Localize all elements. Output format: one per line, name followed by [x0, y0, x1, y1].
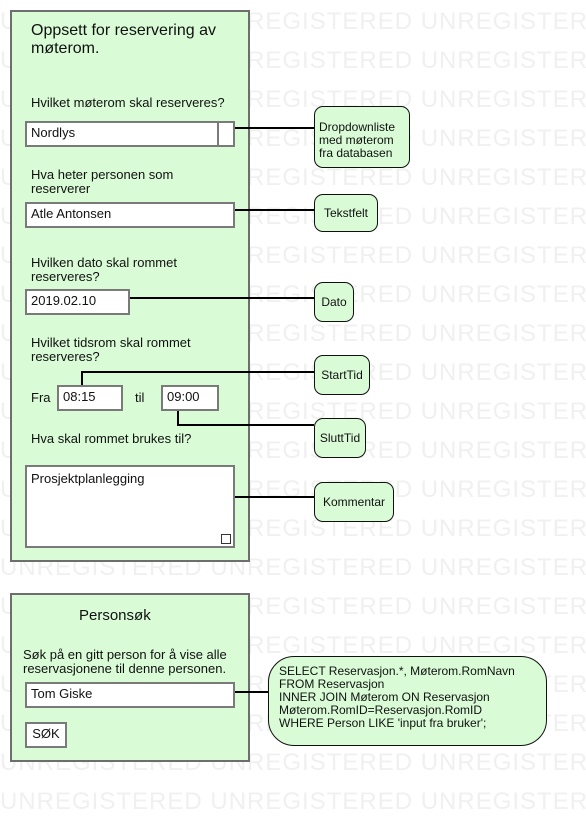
- connector-end-time: [177, 411, 314, 426]
- note-end-time-text: SluttTid: [319, 430, 361, 445]
- note-dropdown-text: Dropdownliste med møterom fra databasen: [319, 120, 396, 160]
- note-start-time: StartTid: [314, 355, 370, 395]
- connector-start-time: [81, 371, 314, 385]
- note-start-time-text: StartTid: [321, 367, 363, 382]
- search-button[interactable]: SØK: [25, 722, 67, 748]
- note-comment-text: Kommentar: [322, 494, 386, 509]
- sql-line: WHERE Person LIKE 'input fra bruker';: [279, 716, 487, 730]
- note-comment: Kommentar: [314, 482, 394, 522]
- note-textfield-text: Tekstfelt: [323, 205, 368, 220]
- search-panel-title: Personsøk: [79, 607, 151, 624]
- search-input[interactable]: Tom Giske: [25, 682, 235, 708]
- sql-query-note: SELECT Reservasjon.*, Møterom.RomNavn FR…: [268, 656, 547, 746]
- note-dropdown: Dropdownliste med møterom fra databasen: [314, 106, 410, 168]
- search-input-value: Tom Giske: [31, 686, 93, 701]
- note-date: Dato: [314, 282, 354, 322]
- note-end-time: SluttTid: [314, 418, 366, 458]
- note-date-text: Dato: [321, 294, 347, 309]
- search-description: Søk på en gitt person for å vise alle re…: [23, 647, 227, 676]
- note-textfield: Tekstfelt: [314, 194, 378, 232]
